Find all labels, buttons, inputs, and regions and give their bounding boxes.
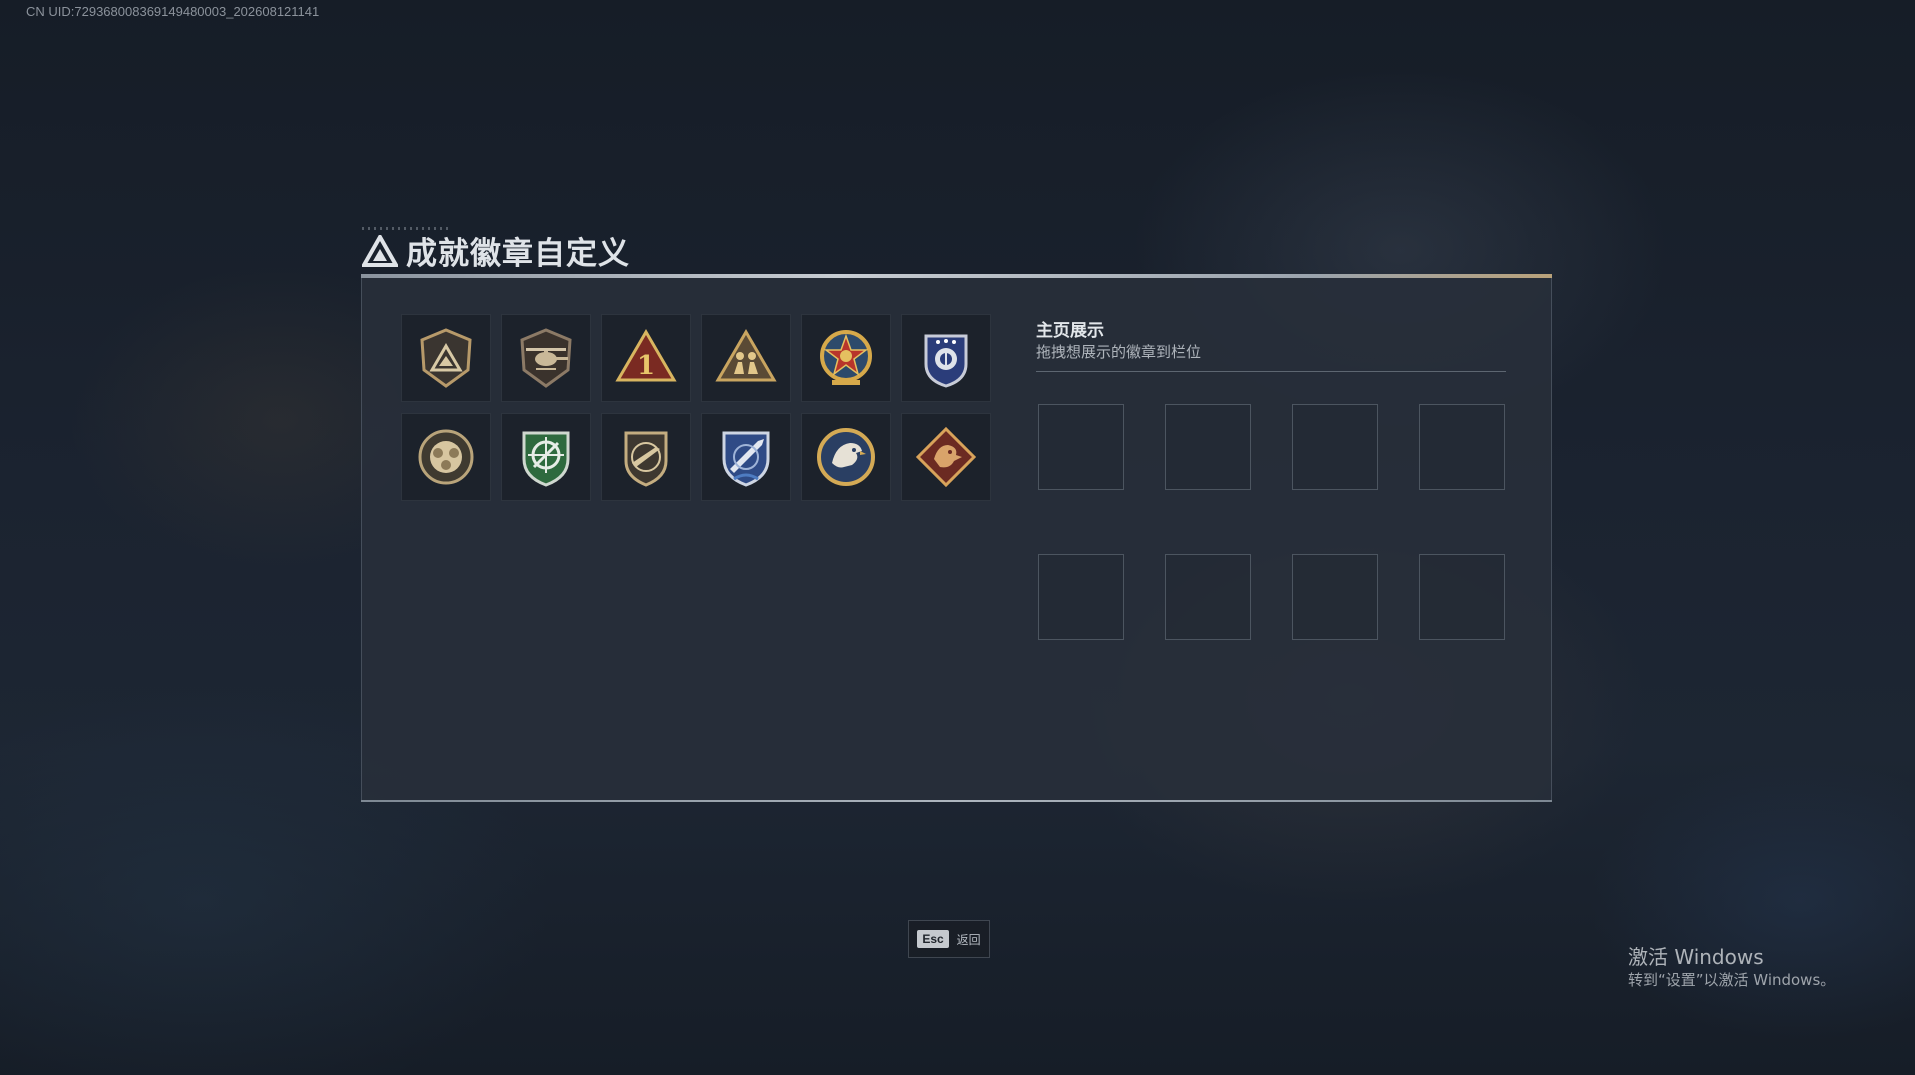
windows-activation-subtitle: 转到“设置”以激活 Windows。	[1628, 971, 1836, 989]
shield-triangle-badge-icon	[420, 328, 472, 388]
showcase-slot[interactable]	[1038, 404, 1124, 490]
badge-slot[interactable]: 1	[601, 314, 691, 402]
rank-one-triangle-badge-icon: 1	[615, 329, 677, 382]
badge-slot[interactable]	[501, 314, 591, 402]
back-label: 返回	[956, 932, 981, 947]
badge-slot[interactable]	[801, 413, 891, 501]
dragon-diamond-badge-icon	[915, 426, 977, 488]
badge-slot[interactable]	[401, 314, 491, 402]
showcase-slot[interactable]	[1419, 404, 1505, 490]
badge-slot[interactable]	[601, 413, 691, 501]
back-button[interactable]: Esc 返回	[908, 920, 990, 958]
showcase-slot[interactable]	[1292, 554, 1378, 640]
badge-slot[interactable]	[901, 314, 991, 402]
showcase-subtitle: 拖拽想展示的徽章到栏位	[1036, 343, 1202, 361]
windows-activation-title: 激活 Windows	[1628, 945, 1764, 969]
panel-bottom-border	[361, 800, 1552, 802]
showcase-slot[interactable]	[1038, 554, 1124, 640]
badge-slot[interactable]	[401, 413, 491, 501]
showcase-slot[interactable]	[1419, 554, 1505, 640]
showcase-title: 主页展示	[1036, 321, 1104, 341]
helicopter-badge-icon	[520, 328, 572, 388]
showcase-slot[interactable]	[1165, 404, 1251, 490]
page-title: 成就徽章自定义	[406, 236, 630, 272]
blue-missile-shield-badge-icon	[722, 431, 770, 487]
showcase-slot[interactable]	[1165, 554, 1251, 640]
showcase-slot[interactable]	[1292, 404, 1378, 490]
star-medal-badge-icon	[820, 330, 872, 385]
soldiers-triangle-badge-icon	[715, 329, 777, 382]
svg-text:1: 1	[637, 351, 655, 381]
badge-slot[interactable]	[501, 413, 591, 501]
showcase-divider	[1036, 371, 1506, 372]
eagle-round-badge-icon	[817, 428, 875, 486]
showcase-slot-grid	[1038, 404, 1505, 640]
esc-key-icon: Esc	[917, 930, 949, 948]
badge-slot[interactable]	[901, 413, 991, 501]
rifle-shield-badge-icon	[624, 431, 668, 487]
triangle-logo-icon	[362, 234, 398, 267]
badge-slot[interactable]	[801, 314, 891, 402]
badge-inventory-grid: 1	[401, 314, 991, 501]
page-header: 成就徽章自定义	[362, 228, 630, 273]
green-crosshair-shield-badge-icon	[522, 431, 570, 487]
panel-top-border	[361, 274, 1552, 278]
badge-slot[interactable]	[701, 314, 791, 402]
gear-cog-badge-icon	[418, 429, 474, 485]
police-shield-badge-icon	[924, 334, 968, 388]
badge-slot[interactable]	[701, 413, 791, 501]
uid-watermark: CN UID:729368008369149480003_20260812114…	[26, 4, 320, 19]
